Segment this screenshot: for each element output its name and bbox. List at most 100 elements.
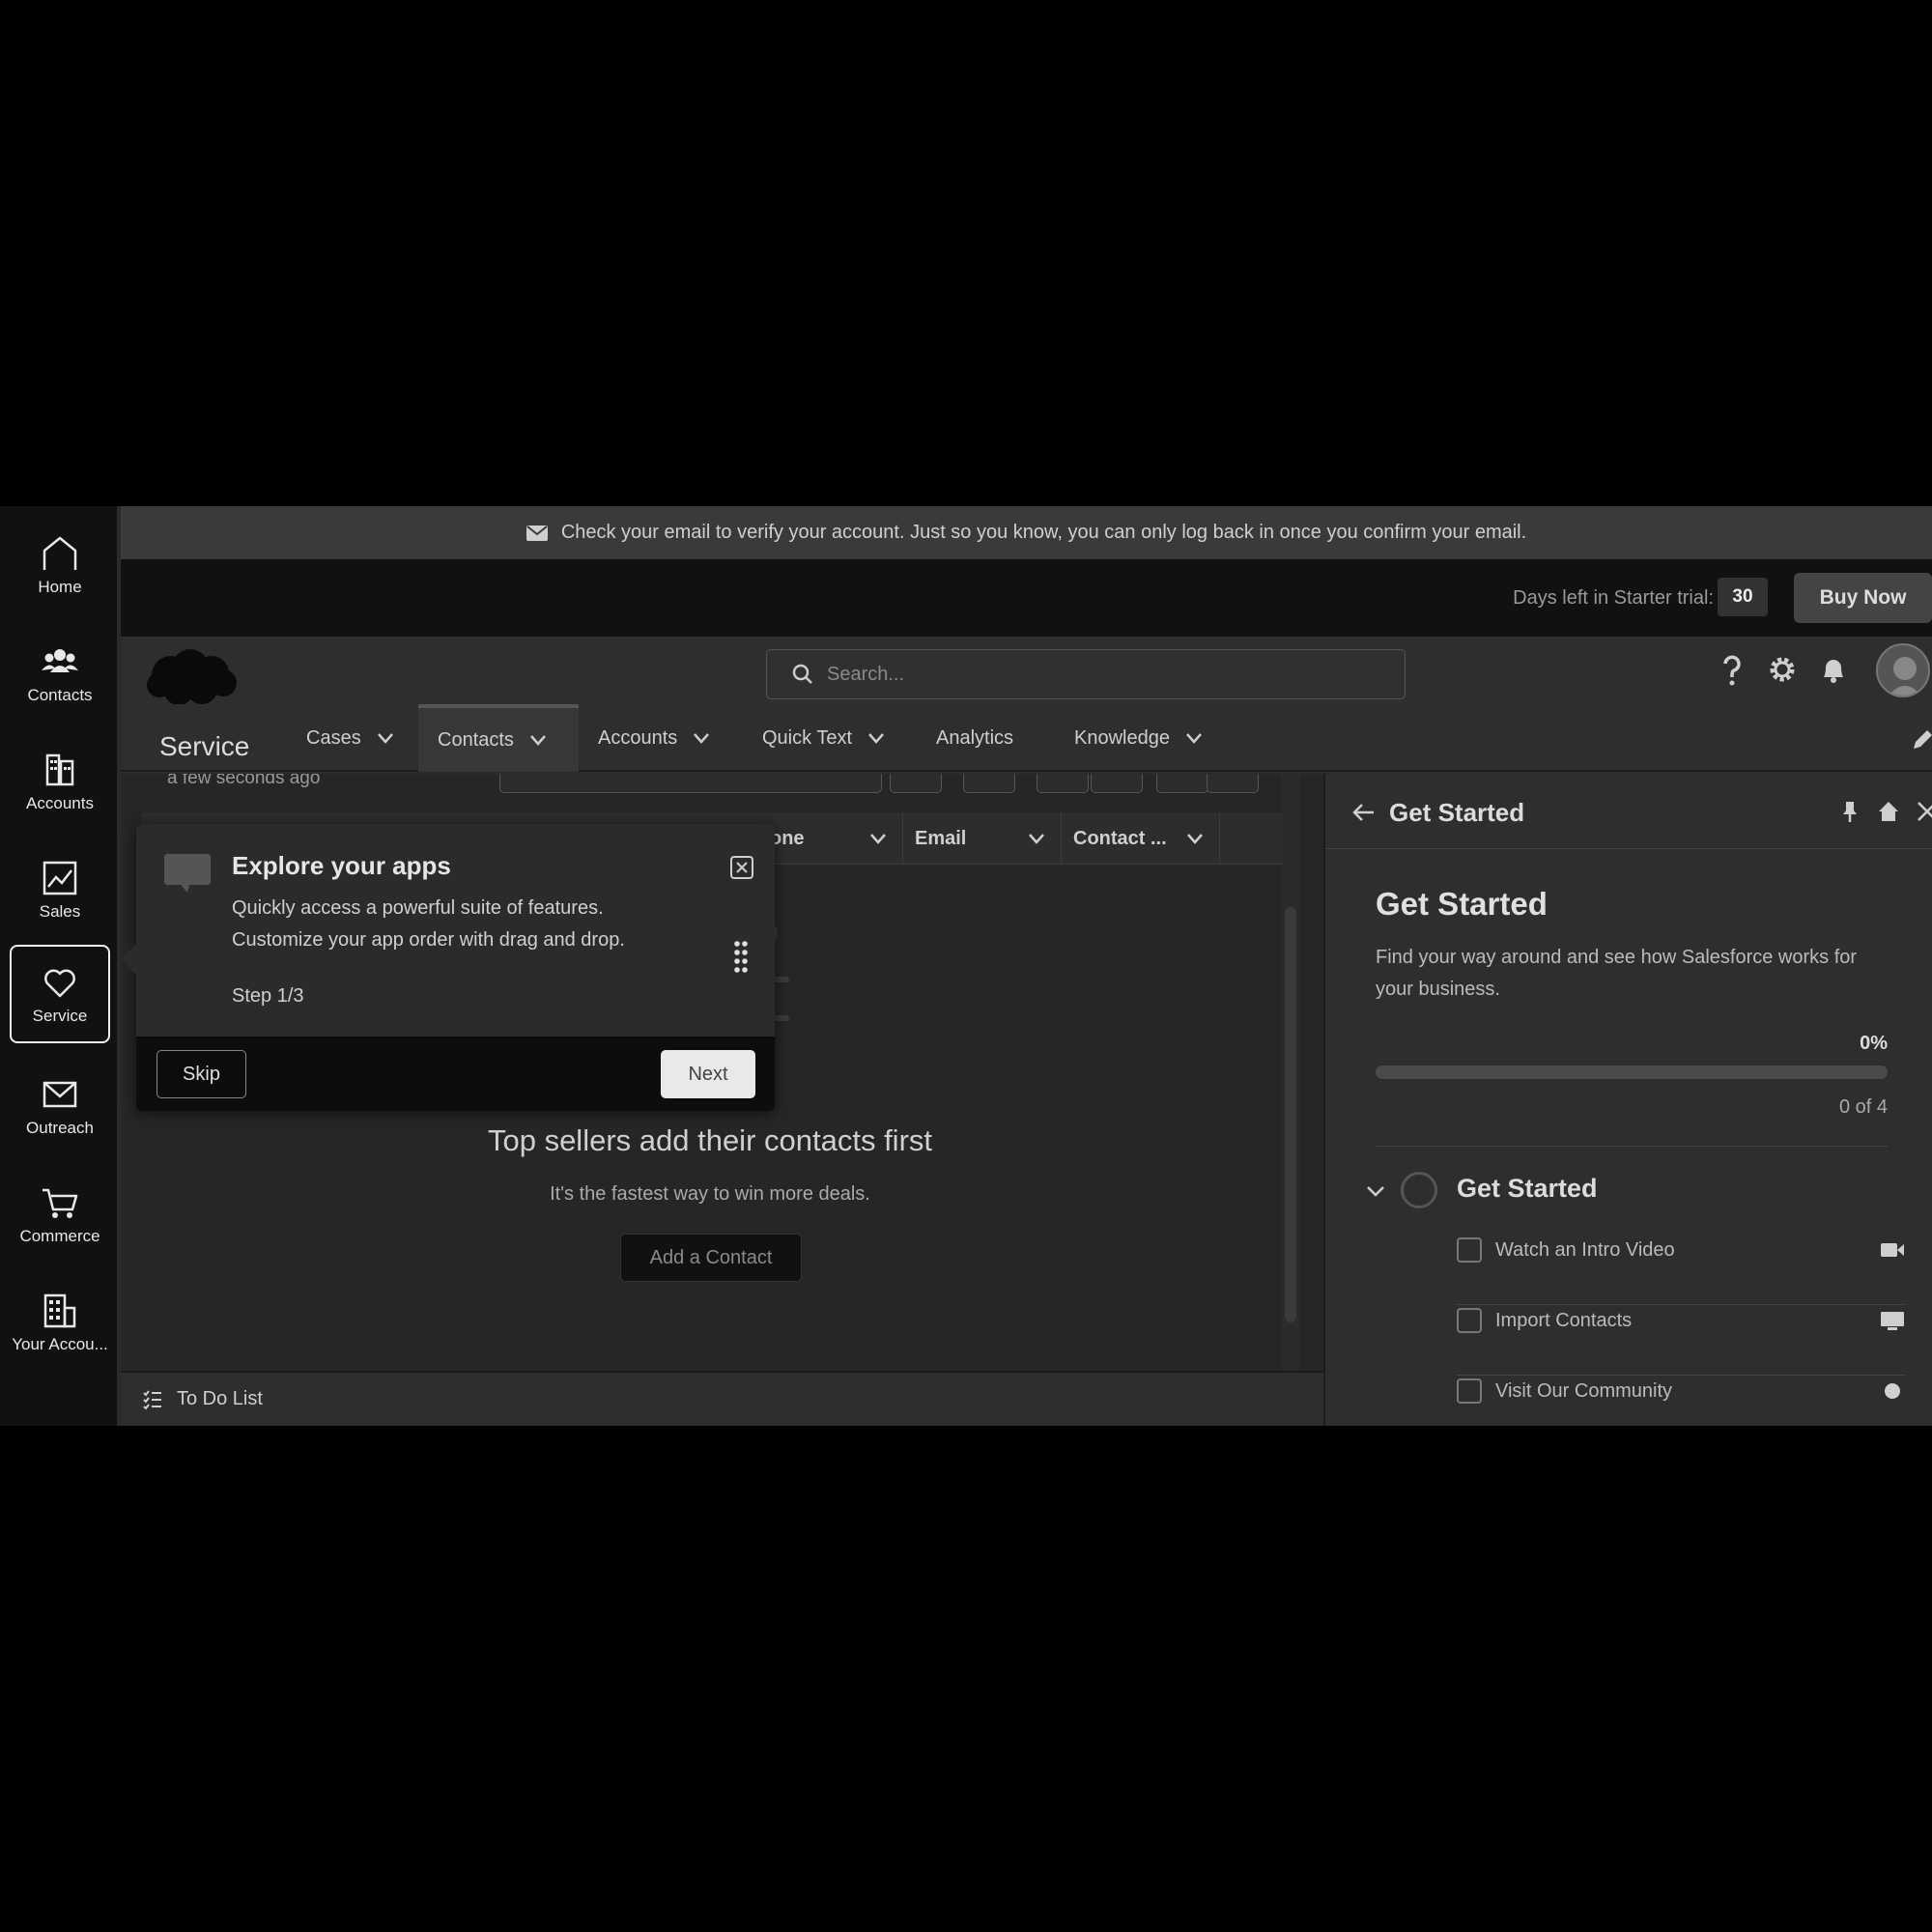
gear-icon[interactable]: [1765, 652, 1800, 687]
list-settings-button[interactable]: [890, 774, 942, 793]
buy-now-button[interactable]: Buy Now: [1794, 573, 1932, 623]
rail-label: Commerce: [19, 1227, 100, 1245]
pin-icon[interactable]: [1837, 799, 1862, 824]
help-icon[interactable]: [1715, 652, 1749, 687]
verify-email-banner: Check your email to verify your account.…: [121, 506, 1932, 559]
tab-label: Accounts: [598, 726, 678, 749]
empty-state-title: Top sellers add their contacts first: [487, 1123, 933, 1157]
tab-contacts[interactable]: Contacts: [418, 704, 579, 772]
progress-bar: [1376, 1065, 1888, 1079]
divider: [1376, 1146, 1888, 1147]
trial-label: Days left in Starter trial:: [1513, 587, 1714, 609]
tab-cases[interactable]: Cases: [287, 704, 413, 772]
column-label: Email: [915, 827, 967, 849]
bell-icon[interactable]: [1816, 652, 1851, 687]
cart-icon: [43, 1188, 78, 1218]
chevron-down-icon[interactable]: [866, 727, 887, 749]
tab-knowledge[interactable]: Knowledge: [1055, 704, 1222, 772]
list-display-button[interactable]: [963, 774, 1015, 793]
panel-description: Find your way around and see how Salesfo…: [1376, 947, 1858, 1000]
section-progress-ring: [1401, 1172, 1437, 1208]
task-checkbox[interactable]: [1457, 1237, 1482, 1263]
rail-item-outreach[interactable]: Outreach: [10, 1057, 110, 1155]
tab-label: Contacts: [438, 728, 514, 751]
todo-label: To Do List: [177, 1388, 263, 1409]
task-checkbox[interactable]: [1457, 1308, 1482, 1333]
banner-text: Check your email to verify your account.…: [560, 522, 1527, 543]
empty-state-subtitle: It's the fastest way to win more deals.: [550, 1183, 870, 1205]
tab-label: Knowledge: [1074, 726, 1170, 749]
rail-item-commerce[interactable]: Commerce: [10, 1165, 110, 1264]
app-rail: Home Contacts Accounts Sales Service Out…: [0, 506, 119, 1426]
chat-bubble-icon: [164, 854, 211, 893]
rail-item-contacts[interactable]: Contacts: [10, 624, 110, 723]
task-checkbox[interactable]: [1457, 1378, 1482, 1404]
drag-handle-icon[interactable]: [733, 940, 749, 975]
progress-count: 0 of 4: [1838, 1096, 1888, 1118]
external-icon: [1885, 1383, 1900, 1399]
envelope-icon: [526, 525, 548, 541]
tab-analytics[interactable]: Analytics: [917, 704, 1031, 772]
popover-title: Explore your apps: [232, 851, 451, 880]
rail-item-home[interactable]: Home: [10, 516, 110, 614]
search-input[interactable]: [827, 663, 1368, 686]
rail-item-sales[interactable]: Sales: [10, 840, 110, 939]
user-avatar[interactable]: [1876, 643, 1930, 697]
task-item[interactable]: Watch an Intro Video: [1457, 1236, 1905, 1305]
tab-label: Cases: [306, 726, 361, 749]
edit-nav-icon[interactable]: [1910, 727, 1932, 753]
task-item[interactable]: Import Contacts: [1457, 1306, 1905, 1376]
tab-label: Quick Text: [762, 726, 852, 749]
rail-label: Service: [32, 1007, 88, 1025]
filter-button[interactable]: [1207, 774, 1259, 793]
chevron-down-icon[interactable]: [691, 727, 712, 749]
skip-button[interactable]: Skip: [156, 1050, 246, 1098]
salesforce-logo[interactable]: [144, 644, 241, 708]
scrollbar-thumb[interactable]: [1285, 907, 1296, 1322]
column-header-contact-owner[interactable]: Contact ...: [1062, 812, 1220, 865]
search-icon: [792, 664, 812, 684]
avatar-icon: [1889, 657, 1921, 696]
back-arrow-icon[interactable]: [1350, 800, 1376, 825]
column-label: one: [770, 827, 805, 849]
chevron-down-icon[interactable]: [1184, 828, 1206, 849]
rail-item-service[interactable]: Service: [10, 945, 110, 1043]
tab-accounts[interactable]: Accounts: [579, 704, 729, 772]
chevron-down-icon[interactable]: [1183, 727, 1205, 749]
chevron-down-icon[interactable]: [1026, 828, 1047, 849]
task-item[interactable]: Visit Our Community: [1457, 1377, 1905, 1426]
todo-list-bar[interactable]: To Do List: [121, 1371, 1323, 1426]
panel-header: Get Started: [1325, 774, 1932, 849]
chevron-down-icon[interactable]: [375, 727, 396, 749]
task-label[interactable]: Watch an Intro Video: [1495, 1239, 1675, 1262]
global-search[interactable]: [766, 649, 1406, 699]
column-header-phone[interactable]: one: [758, 812, 903, 865]
tab-quick-text[interactable]: Quick Text: [743, 704, 904, 772]
home-icon[interactable]: [1876, 799, 1901, 824]
rail-item-your-account[interactable]: Your Accou...: [10, 1273, 110, 1372]
refresh-button[interactable]: [1037, 774, 1089, 793]
chart-button[interactable]: [1156, 774, 1208, 793]
rail-label: Sales: [39, 902, 81, 921]
task-label[interactable]: Visit Our Community: [1495, 1380, 1672, 1403]
task-label[interactable]: Import Contacts: [1495, 1310, 1632, 1332]
section-title: Get Started: [1457, 1174, 1598, 1203]
rail-label: Outreach: [26, 1119, 94, 1137]
app-navigation: Service Cases Contacts Accounts Quick Te…: [121, 704, 1932, 772]
add-contact-button[interactable]: Add a Contact: [620, 1234, 802, 1282]
close-icon[interactable]: [729, 855, 754, 880]
popover-footer: Skip Next: [136, 1037, 775, 1111]
edit-list-button[interactable]: [1091, 774, 1143, 793]
chevron-down-icon[interactable]: [527, 729, 549, 751]
monitor-icon: [1881, 1312, 1904, 1330]
chevron-down-icon[interactable]: [1364, 1179, 1387, 1203]
column-header-email[interactable]: Email: [903, 812, 1062, 865]
rail-item-accounts[interactable]: Accounts: [10, 732, 110, 831]
next-button[interactable]: Next: [661, 1050, 755, 1098]
list-search-input[interactable]: [499, 774, 882, 793]
chevron-down-icon[interactable]: [867, 828, 889, 849]
close-icon[interactable]: [1915, 799, 1932, 824]
list-scrollbar[interactable]: [1282, 772, 1299, 1373]
rail-label: Contacts: [27, 686, 93, 704]
checklist-icon: [143, 1389, 161, 1410]
